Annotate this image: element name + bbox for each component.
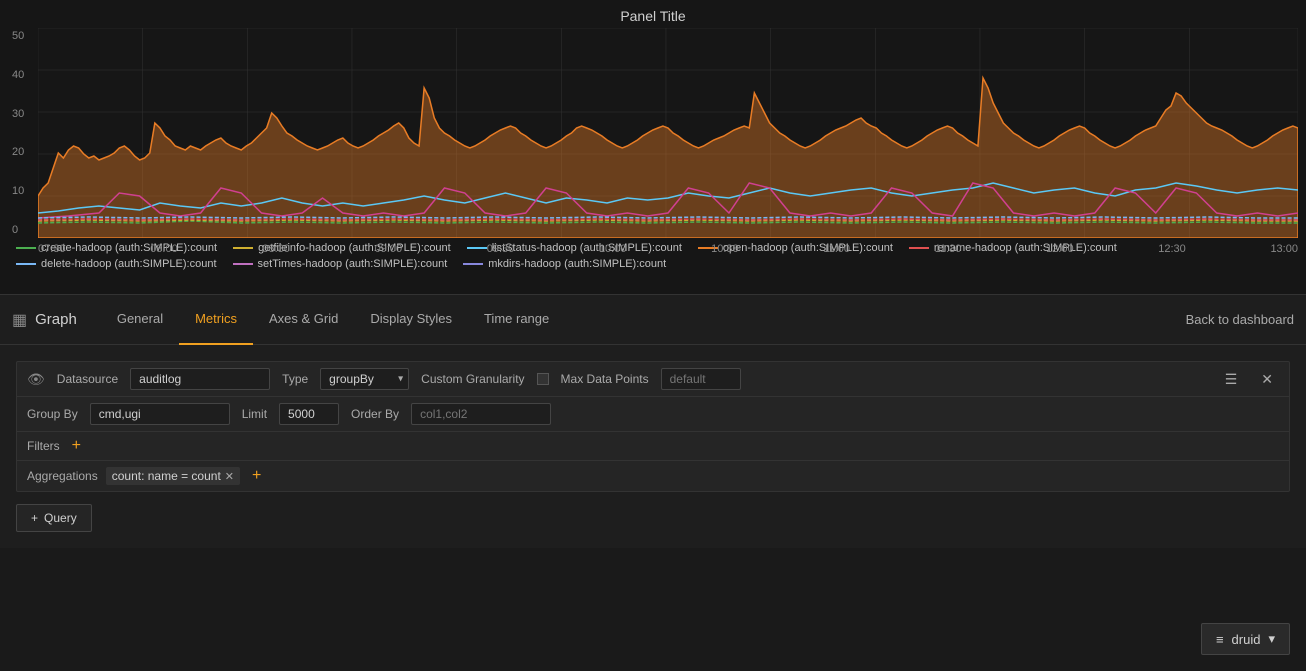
legend-line-mkdirs: [463, 263, 483, 265]
type-label: Type: [282, 372, 308, 386]
legend-item-settimes: setTimes-hadoop (auth:SIMPLE):count: [233, 258, 448, 270]
group-by-input[interactable]: [90, 403, 230, 425]
aggregation-tag-text: count: name = count: [112, 469, 221, 483]
graph-icon: ▦: [12, 310, 27, 330]
order-by-input[interactable]: [411, 403, 551, 425]
query-menu-button[interactable]: ☰: [1219, 369, 1244, 390]
graph-label: Graph: [35, 311, 77, 328]
plus-icon: +: [31, 511, 38, 525]
back-to-dashboard-button[interactable]: Back to dashboard: [1186, 312, 1294, 327]
metrics-content: 👁 Datasource Type groupBy topN timeserie…: [0, 345, 1306, 548]
datasource-input[interactable]: [130, 368, 270, 390]
druid-icon: ≡: [1216, 632, 1224, 647]
legend-line-create: [16, 247, 36, 249]
legend-item-mkdirs: mkdirs-hadoop (auth:SIMPLE):count: [463, 258, 666, 270]
tab-general[interactable]: General: [101, 295, 179, 345]
druid-label: druid: [1232, 632, 1261, 647]
chart-panel: Panel Title 0 10 20 30 40 50: [0, 0, 1306, 295]
legend-item-delete: delete-hadoop (auth:SIMPLE):count: [16, 258, 217, 270]
tab-axes[interactable]: Axes & Grid: [253, 295, 354, 345]
tab-panel: ▦ Graph General Metrics Axes & Grid Disp…: [0, 295, 1306, 548]
max-data-points-input[interactable]: [661, 368, 741, 390]
panel-title: Panel Title: [0, 8, 1306, 24]
tab-bar: ▦ Graph General Metrics Axes & Grid Disp…: [0, 295, 1306, 345]
custom-granularity-checkbox[interactable]: [537, 373, 549, 385]
add-query-button[interactable]: + Query: [16, 504, 92, 532]
limit-label: Limit: [242, 407, 267, 421]
tab-display[interactable]: Display Styles: [354, 295, 468, 345]
query-row-mid: Group By Limit Order By: [17, 397, 1289, 432]
chart-svg: [38, 28, 1298, 238]
aggregation-tag-close[interactable]: ✕: [225, 470, 234, 483]
query-row-top: 👁 Datasource Type groupBy topN timeserie…: [17, 362, 1289, 397]
add-query-label: Query: [44, 511, 77, 525]
tab-timerange[interactable]: Time range: [468, 295, 565, 345]
aggregations-label: Aggregations: [27, 469, 98, 483]
chart-area: 07:30 08:00 08:30 09:00 09:30 10:00 10:3…: [38, 28, 1298, 238]
x-axis: 07:30 08:00 08:30 09:00 09:30 10:00 10:3…: [38, 243, 1298, 255]
legend-line-settimes: [233, 263, 253, 265]
query-row-filters: Filters +: [17, 432, 1289, 461]
query-row: 👁 Datasource Type groupBy topN timeserie…: [16, 361, 1290, 492]
druid-button[interactable]: ≡ druid ▾: [1201, 623, 1290, 655]
filters-label: Filters: [27, 439, 60, 453]
add-aggregation-button[interactable]: +: [248, 468, 265, 484]
tab-metrics[interactable]: Metrics: [179, 295, 253, 345]
type-select[interactable]: groupBy topN timeseries: [320, 368, 409, 390]
limit-input[interactable]: [279, 403, 339, 425]
query-close-button[interactable]: ✕: [1255, 369, 1279, 390]
druid-chevron-icon: ▾: [1268, 631, 1275, 647]
add-filter-button[interactable]: +: [68, 438, 85, 454]
y-axis: 0 10 20 30 40 50: [8, 28, 38, 238]
query-row-aggregations: Aggregations count: name = count ✕ +: [17, 461, 1289, 491]
datasource-label: Datasource: [57, 372, 118, 386]
max-data-points-label: Max Data Points: [561, 372, 649, 386]
legend-line-delete: [16, 263, 36, 265]
custom-granularity-label: Custom Granularity: [421, 372, 524, 386]
order-by-label: Order By: [351, 407, 399, 421]
aggregation-tag: count: name = count ✕: [106, 467, 240, 485]
group-by-label: Group By: [27, 407, 78, 421]
tab-bar-left: ▦ Graph General Metrics Axes & Grid Disp…: [12, 295, 1186, 345]
eye-icon[interactable]: 👁: [27, 371, 45, 388]
type-select-wrapper: groupBy topN timeseries: [320, 368, 409, 390]
